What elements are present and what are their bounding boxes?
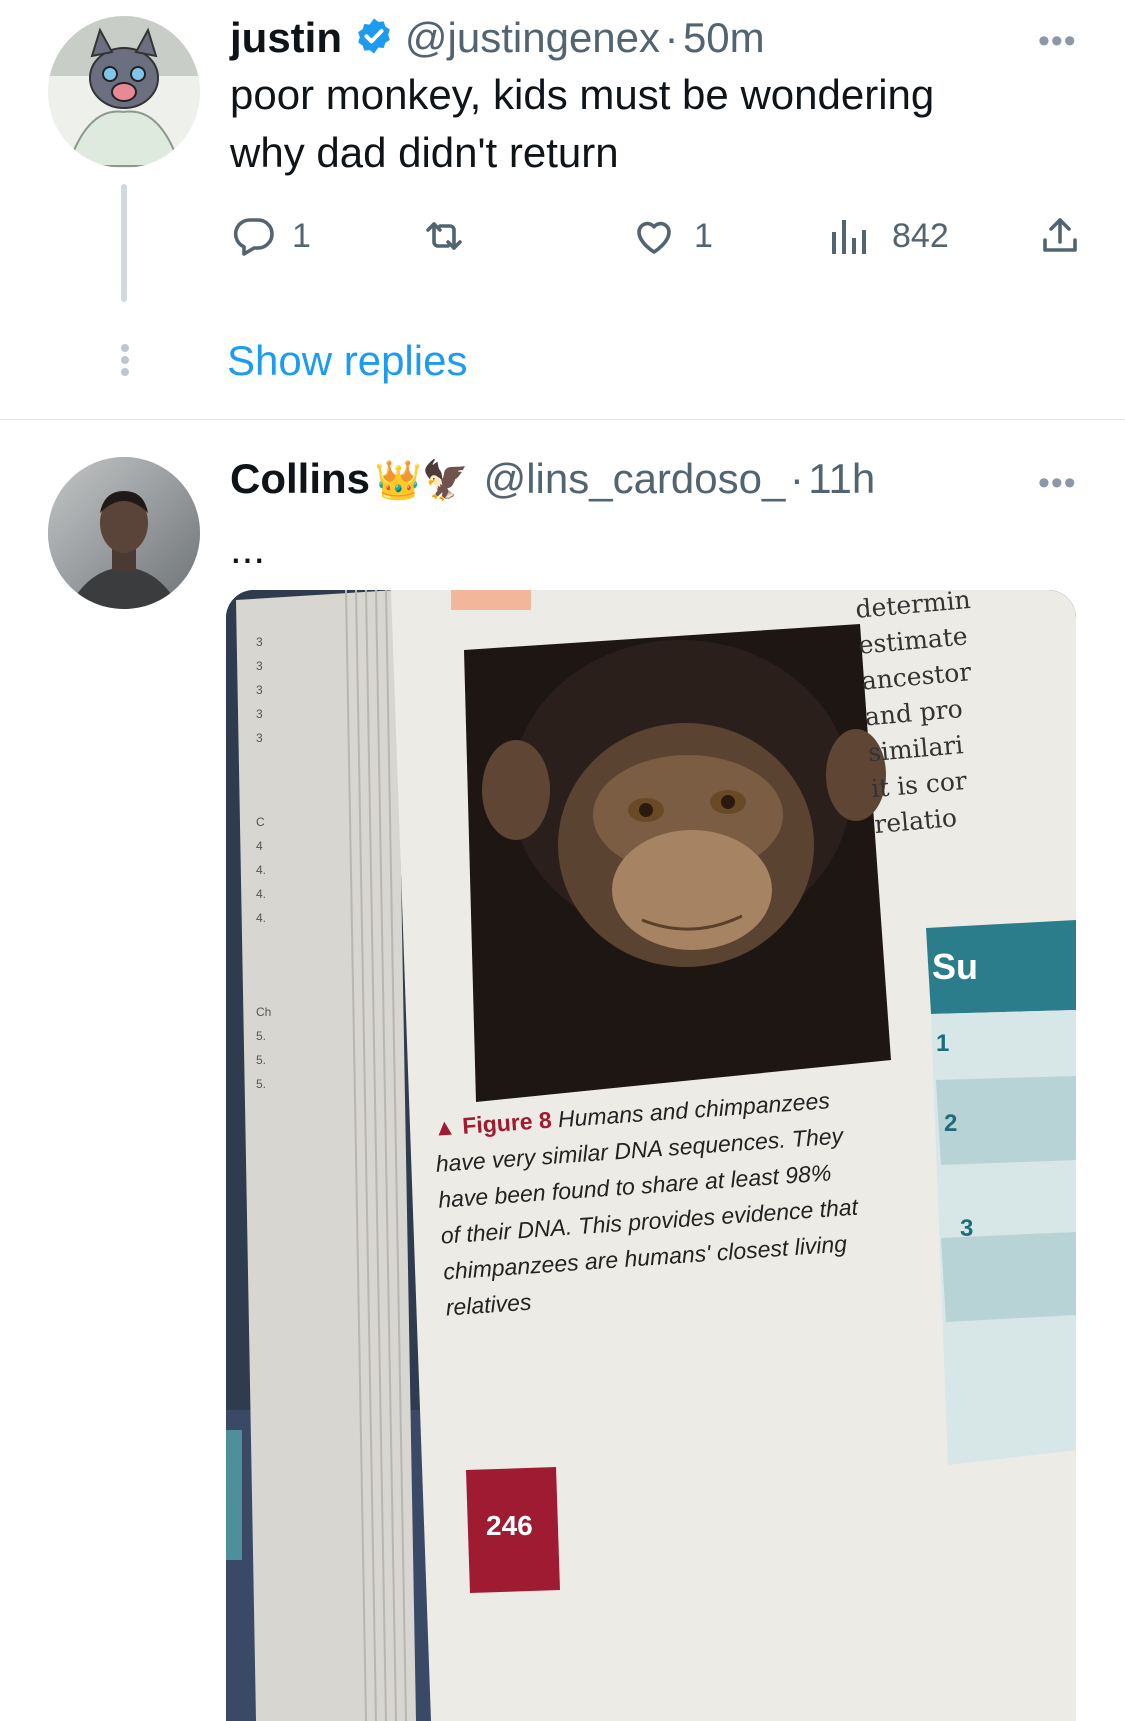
views-count: 842 bbox=[892, 217, 949, 255]
like-count: 1 bbox=[694, 217, 713, 255]
table-header: Su bbox=[932, 946, 979, 987]
page-edge-margin-numbers: 3 3 3 3 3 C 4 4. 4. 4. Ch 5. 5. 5. bbox=[256, 630, 296, 1096]
more-icon[interactable]: ••• bbox=[1038, 24, 1077, 58]
tweet-text-line: poor monkey, kids must be wondering bbox=[230, 71, 935, 118]
separator-dot: · bbox=[664, 14, 679, 61]
table-row-number: 1 bbox=[936, 1030, 950, 1057]
margin-number: 3 bbox=[256, 731, 263, 745]
reply-button[interactable]: 1 bbox=[230, 212, 311, 260]
author-name[interactable]: Collins bbox=[230, 455, 370, 502]
author-handle[interactable]: @lins_cardoso_ bbox=[484, 455, 786, 502]
margin-number: 4. bbox=[256, 911, 267, 925]
more-replies-dots-icon bbox=[120, 344, 130, 380]
share-button[interactable] bbox=[1036, 212, 1084, 265]
table-row-number: 3 bbox=[960, 1215, 974, 1242]
margin-number: 4. bbox=[256, 887, 267, 901]
more-icon[interactable]: ••• bbox=[1038, 466, 1077, 500]
verified-badge-icon bbox=[354, 16, 394, 61]
retweet-icon bbox=[426, 222, 462, 250]
action-bar: 1 1 842 bbox=[230, 212, 1100, 260]
tweet-header: justin @justingenex · 50m bbox=[230, 16, 765, 61]
reply-count: 1 bbox=[292, 217, 311, 255]
separator-dot: · bbox=[789, 455, 804, 502]
margin-number: 3 bbox=[256, 659, 263, 673]
views-icon bbox=[832, 220, 866, 254]
views-button[interactable]: 842 bbox=[826, 212, 949, 260]
margin-number: 5. bbox=[256, 1077, 267, 1091]
margin-number: Ch bbox=[256, 1005, 272, 1019]
tweet-divider bbox=[0, 419, 1125, 420]
page-number: 246 bbox=[486, 1510, 533, 1541]
like-icon bbox=[637, 221, 671, 254]
margin-number: 5. bbox=[256, 1029, 267, 1043]
reply-icon bbox=[233, 218, 274, 256]
figure-caption: ▲ Figure 8 Humans and chimpanzees have v… bbox=[432, 1078, 906, 1326]
margin-number: 3 bbox=[256, 683, 263, 697]
tweet-header: Collins 👑🦅 @lins_cardoso_ · 11h bbox=[230, 458, 875, 503]
like-button[interactable]: 1 bbox=[630, 212, 713, 260]
author-handle[interactable]: @justingenex bbox=[405, 14, 660, 61]
avatar-collins[interactable] bbox=[48, 457, 200, 609]
author-name[interactable]: justin bbox=[230, 14, 342, 61]
tweet-time[interactable]: 50m bbox=[683, 14, 765, 61]
margin-number: C bbox=[256, 815, 265, 829]
margin-number: 3 bbox=[256, 707, 263, 721]
share-icon bbox=[1043, 218, 1077, 252]
avatar-justin[interactable] bbox=[48, 16, 200, 168]
margin-number: 5. bbox=[256, 1053, 267, 1067]
tweet-media-photo[interactable]: determin estimate ancestor and pro simil… bbox=[226, 590, 1076, 1721]
tweet-text: poor monkey, kids must be wondering why … bbox=[230, 66, 1070, 182]
tweet-text-line: why dad didn't return bbox=[230, 129, 619, 176]
name-emoji: 👑🦅 bbox=[374, 458, 470, 502]
margin-number: 4 bbox=[256, 839, 263, 853]
retweet-button[interactable] bbox=[420, 212, 468, 265]
show-replies-link[interactable]: Show replies bbox=[227, 340, 467, 382]
thread-line bbox=[121, 184, 127, 302]
tweet-time[interactable]: 11h bbox=[808, 455, 875, 502]
margin-number: 3 bbox=[256, 635, 263, 649]
tweet-text: ... bbox=[230, 525, 266, 572]
figure-label: Figure 8 bbox=[461, 1106, 553, 1139]
book-right-column-text: determin estimate ancestor and pro simil… bbox=[854, 590, 991, 843]
table-row-number: 2 bbox=[944, 1110, 958, 1137]
margin-number: 4. bbox=[256, 863, 267, 877]
